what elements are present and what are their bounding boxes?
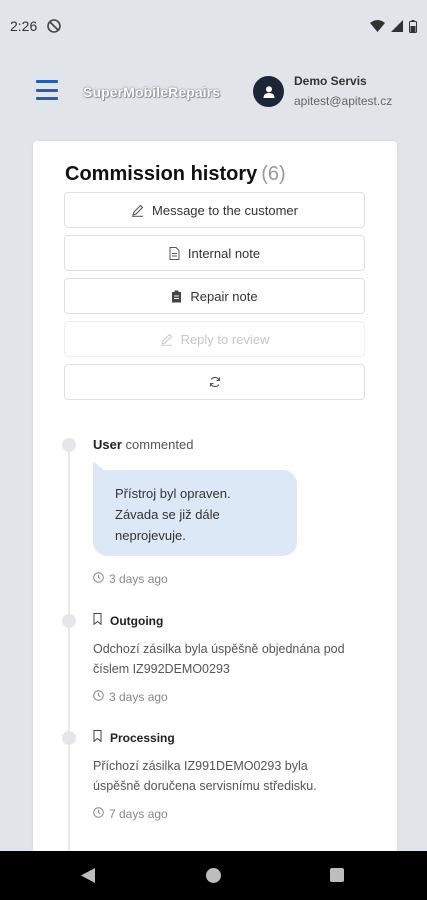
status-bar: 2:26 (0, 0, 427, 52)
menu-icon[interactable] (36, 80, 58, 100)
back-icon[interactable] (80, 867, 96, 889)
message-customer-button[interactable]: Message to the customer (64, 192, 365, 228)
clock-icon (93, 690, 104, 704)
comment-text-line: neprojevuje. (115, 528, 186, 543)
history-count: (6) (261, 163, 286, 185)
timeline-dot (62, 438, 76, 452)
bookmark-icon (93, 730, 102, 745)
timeline-line (68, 444, 70, 864)
brand-logo[interactable]: SuperMobileRepairs (83, 84, 220, 100)
comment-author: User commented (93, 437, 193, 452)
recents-icon[interactable] (330, 868, 344, 882)
outgoing-text: Odchozí zásilka byla úspěšně objednána p… (93, 642, 345, 676)
repair-note-label: Repair note (190, 288, 258, 304)
comment-text-line: Přístroj byl opraven. (115, 486, 231, 501)
clock-icon (93, 807, 104, 821)
navigation-bar (0, 851, 427, 900)
avatar[interactable] (253, 76, 284, 107)
reply-review-button[interactable]: Reply to review (64, 321, 365, 357)
refresh-icon (209, 376, 221, 388)
internal-note-label: Internal note (187, 245, 261, 261)
comment-bubble: Přístroj byl opraven. Závada se již dále… (93, 470, 297, 556)
page-title: Commission history (6) (65, 163, 286, 186)
wifi-icon (370, 20, 385, 32)
processing-title: Processing (93, 730, 175, 745)
comment-verb: commented (125, 437, 194, 452)
comment-text-line: Závada se již dále (115, 507, 220, 522)
reply-review-label: Reply to review (180, 331, 270, 347)
history-title: Commission history (65, 163, 258, 185)
user-email: apitest@apitest.cz (294, 94, 393, 108)
outgoing-title: Outgoing (93, 613, 163, 628)
app-header: SuperMobileRepairs Demo Servis apitest@a… (0, 52, 427, 134)
clock-icon (93, 572, 104, 586)
status-time: 2:26 (10, 18, 38, 34)
timeline-dot (62, 731, 76, 745)
signal-icon (391, 20, 403, 32)
comment-timestamp: 3 days ago (93, 572, 168, 586)
commission-history-card: Commission history (6) Message to the cus… (33, 141, 397, 864)
refresh-button[interactable] (64, 364, 365, 400)
bookmark-icon (93, 613, 102, 628)
do-not-disturb-icon (47, 19, 62, 33)
battery-icon (409, 19, 417, 33)
comment-author-name: User (93, 437, 122, 452)
pencil-icon (160, 333, 173, 346)
pencil-icon (131, 204, 144, 217)
document-icon (169, 246, 180, 260)
user-icon (263, 85, 274, 98)
message-customer-label: Message to the customer (152, 202, 298, 218)
processing-timestamp: 7 days ago (93, 807, 168, 821)
timeline-dot (62, 614, 76, 628)
internal-note-button[interactable]: Internal note (64, 235, 365, 271)
processing-text: Příchozí zásilka IZ991DEMO0293 byla úspě… (93, 759, 317, 793)
user-name: Demo Servis (294, 74, 367, 88)
repair-note-button[interactable]: Repair note (64, 278, 365, 314)
clipboard-icon (171, 290, 182, 303)
outgoing-timestamp: 3 days ago (93, 690, 168, 704)
home-icon[interactable] (206, 868, 221, 883)
